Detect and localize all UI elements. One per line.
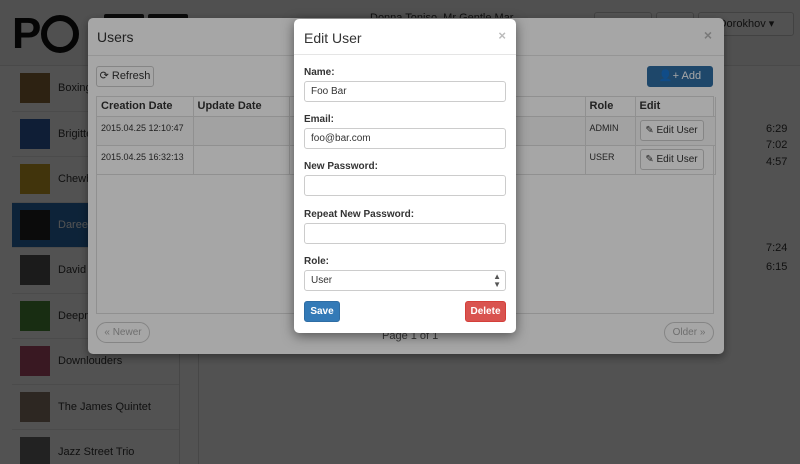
- edit-user-modal: Edit User × Name: Email: New Password: R…: [294, 19, 516, 333]
- repeat-password-label: Repeat New Password:: [304, 209, 415, 220]
- edit-modal-close-icon[interactable]: ×: [498, 28, 506, 43]
- role-label: Role:: [304, 256, 329, 267]
- delete-button[interactable]: Delete: [465, 301, 506, 322]
- email-input[interactable]: [304, 128, 506, 149]
- save-button[interactable]: Save: [304, 301, 340, 322]
- name-input[interactable]: [304, 81, 506, 102]
- edit-modal-header: Edit User ×: [294, 19, 516, 55]
- email-label: Email:: [304, 114, 335, 125]
- new-password-label: New Password:: [304, 161, 378, 172]
- role-select-value: User: [311, 275, 333, 286]
- role-select[interactable]: User ▲ ▼: [304, 270, 506, 291]
- name-label: Name:: [304, 67, 335, 78]
- new-password-input[interactable]: [304, 175, 506, 196]
- repeat-password-input[interactable]: [304, 223, 506, 244]
- edit-modal-title: Edit User: [304, 30, 362, 46]
- select-caret-icon: ▲ ▼: [493, 272, 501, 289]
